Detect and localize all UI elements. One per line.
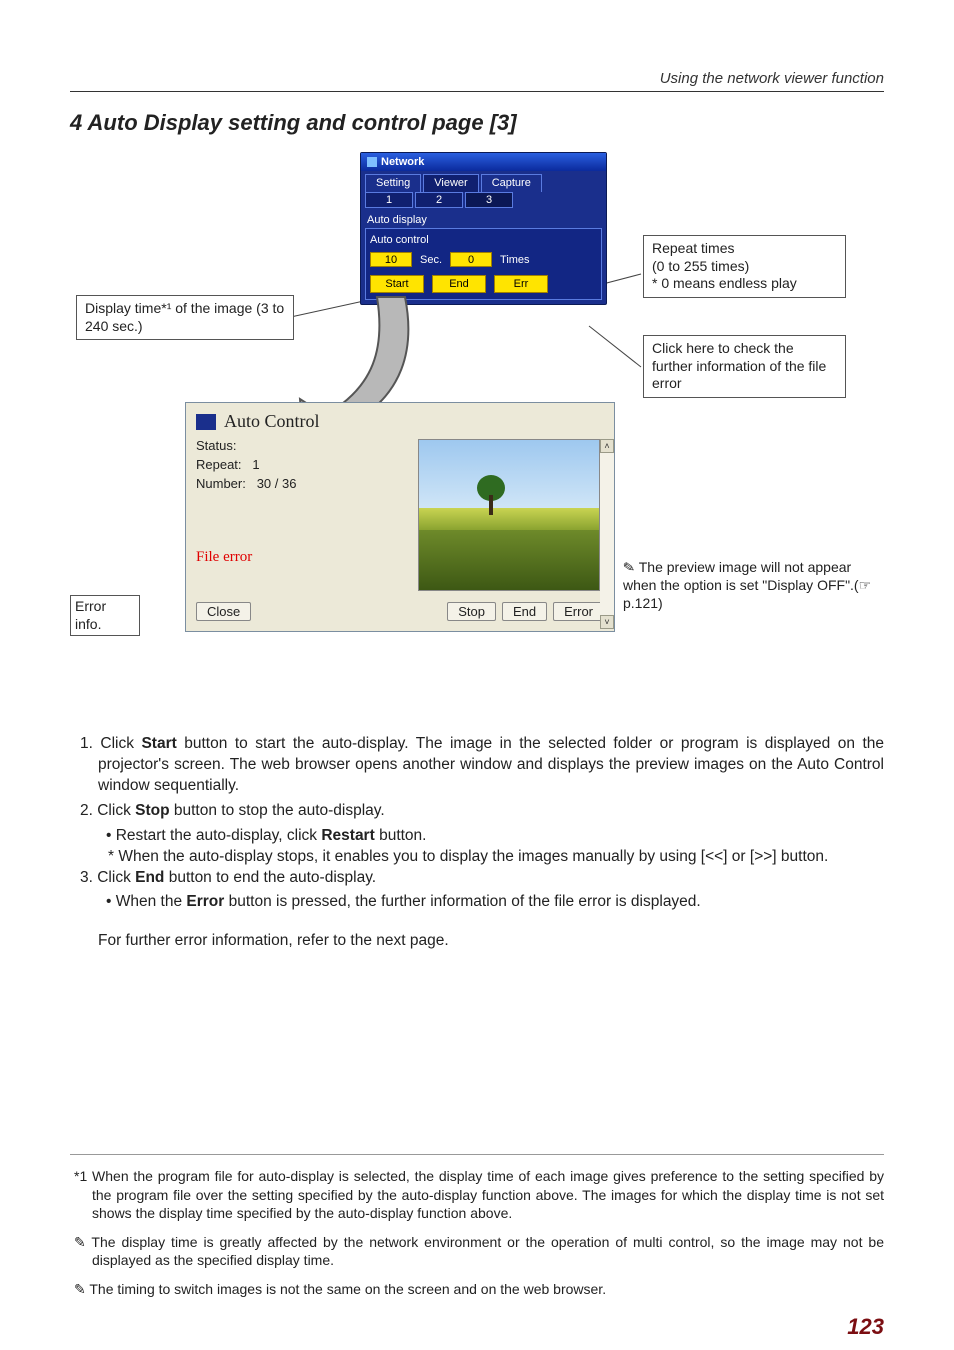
pencil-icon: ✎ xyxy=(622,557,637,577)
preview-note-text: The preview image will not appear when t… xyxy=(623,559,871,611)
repeat-label: Repeat: xyxy=(196,457,242,472)
label-autocontrol: Auto control xyxy=(370,232,597,248)
ac-title-text: Auto Control xyxy=(224,411,320,432)
step-3: 3. Click End button to end the auto-disp… xyxy=(98,868,884,889)
ac-logo-icon xyxy=(196,414,216,430)
seconds-field[interactable]: 10 xyxy=(370,252,412,267)
scroll-up-icon[interactable]: ˄ xyxy=(600,439,614,453)
err-button[interactable]: Err xyxy=(494,275,548,293)
footnote-1: *1 When the program file for auto-displa… xyxy=(92,1167,884,1222)
step-1: 1. Click Start button to start the auto-… xyxy=(98,734,884,797)
scroll-track[interactable] xyxy=(600,453,614,615)
callout-click-error: Click here to check the further informat… xyxy=(643,335,846,398)
label-autodisplay: Auto display xyxy=(361,212,606,228)
step-2: 2. Click Stop button to stop the auto-di… xyxy=(98,801,884,822)
seconds-label: Sec. xyxy=(420,254,442,266)
subtab-3[interactable]: 3 xyxy=(465,192,513,208)
end-button-ac[interactable]: End xyxy=(502,602,547,621)
tab-setting[interactable]: Setting xyxy=(365,174,421,192)
callout-repeat-times: Repeat times (0 to 255 times) * 0 means … xyxy=(643,235,846,298)
subtab-2[interactable]: 2 xyxy=(415,192,463,208)
section-title: 4 Auto Display setting and control page … xyxy=(70,110,884,136)
panel-icon xyxy=(367,157,377,167)
preview-scrollbar[interactable]: ˄ ˅ xyxy=(600,439,614,629)
tab-capture[interactable]: Capture xyxy=(481,174,542,192)
section-prefix: 4 xyxy=(70,110,82,135)
end-button[interactable]: End xyxy=(432,275,486,293)
instructions: 1. Click Start button to start the auto-… xyxy=(70,734,884,952)
auto-control-window: Auto Control Status: Repeat: 1 Number: 3… xyxy=(185,402,615,632)
repeat-value: 1 xyxy=(252,457,259,472)
network-panel: Network Setting Viewer Capture 1 2 3 Aut… xyxy=(360,152,607,305)
close-button[interactable]: Close xyxy=(196,602,251,621)
panel-titlebar: Network xyxy=(361,153,606,171)
status-label: Status: xyxy=(196,438,236,453)
number-value: 30 / 36 xyxy=(257,476,297,491)
scroll-down-icon[interactable]: ˅ xyxy=(600,615,614,629)
preview-image xyxy=(418,439,600,591)
times-field[interactable]: 0 xyxy=(450,252,492,267)
figure-area: Network Setting Viewer Capture 1 2 3 Aut… xyxy=(70,152,884,722)
section-text: Auto Display setting and control page [3… xyxy=(88,110,517,135)
footnote-2: ✎ The display time is greatly affected b… xyxy=(92,1233,884,1270)
stop-button[interactable]: Stop xyxy=(447,602,496,621)
panel-title: Network xyxy=(381,156,424,168)
error-button[interactable]: Error xyxy=(553,602,604,621)
callout-error-info: Error info. xyxy=(70,595,140,636)
step-2-sub1: • Restart the auto-display, click Restar… xyxy=(118,826,884,847)
start-button[interactable]: Start xyxy=(370,275,424,293)
times-label: Times xyxy=(500,254,530,266)
callout-display-time: Display time*¹ of the image (3 to 240 se… xyxy=(76,295,294,340)
footnote-3: ✎ The timing to switch images is not the… xyxy=(92,1280,884,1298)
subtab-1[interactable]: 1 xyxy=(365,192,413,208)
step-2-sub2: * When the auto-display stops, it enable… xyxy=(118,847,884,868)
number-label: Number: xyxy=(196,476,246,491)
running-header: Using the network viewer function xyxy=(70,70,884,92)
footnotes: *1 When the program file for auto-displa… xyxy=(70,1154,884,1308)
preview-note: ✎The preview image will not appear when … xyxy=(623,558,883,613)
step-3-sub1: • When the Error button is pressed, the … xyxy=(118,892,884,913)
tab-viewer[interactable]: Viewer xyxy=(423,174,478,192)
closing-para: For further error information, refer to … xyxy=(98,931,884,952)
page-number: 123 xyxy=(847,1314,884,1340)
